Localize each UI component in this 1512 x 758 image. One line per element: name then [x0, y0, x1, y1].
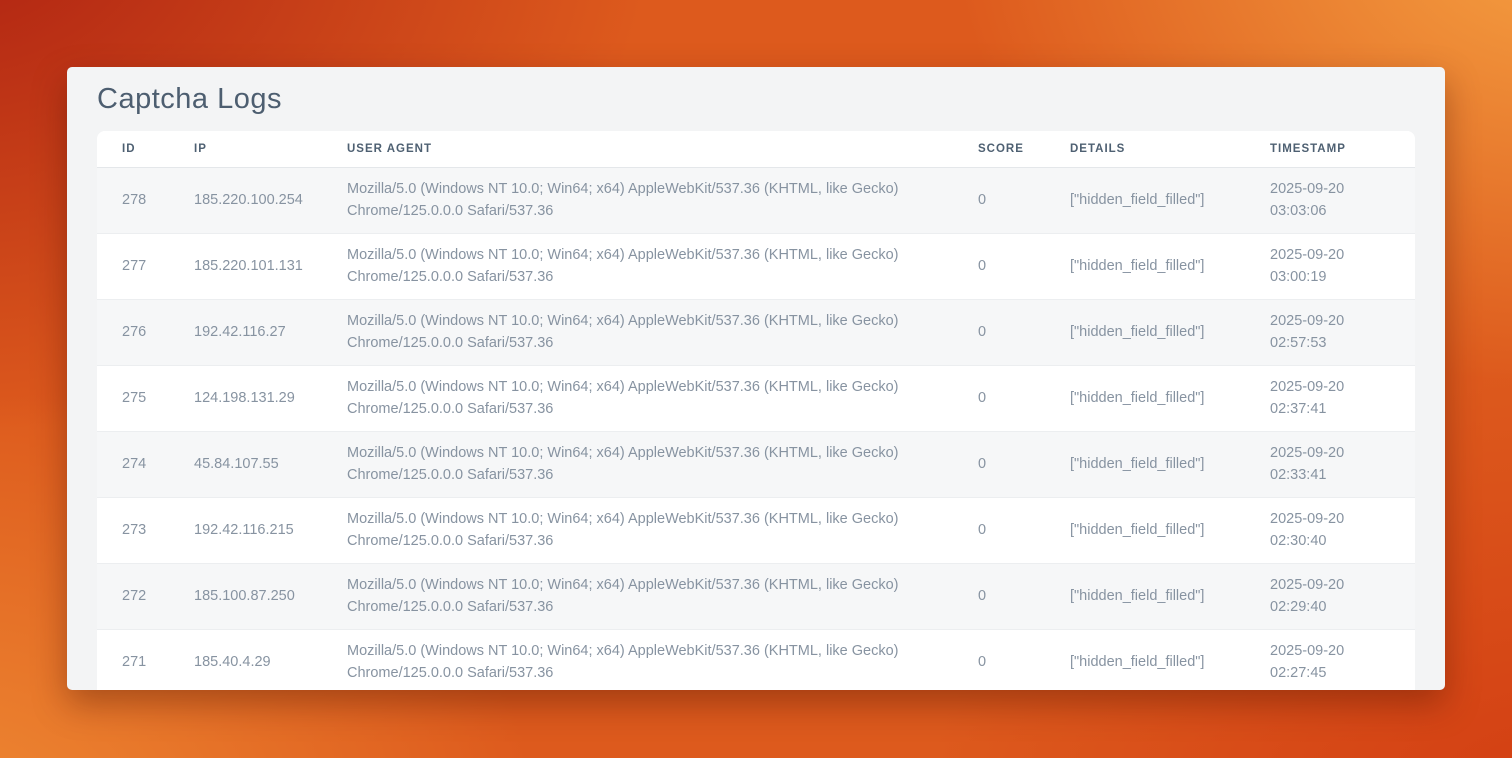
cell-timestamp: 2025-09-20 02:57:53 — [1245, 300, 1415, 366]
column-header-score: SCORE — [953, 131, 1045, 168]
cell-ip: 185.220.101.131 — [169, 234, 322, 300]
cell-ip: 185.100.87.250 — [169, 564, 322, 630]
table-row: 276192.42.116.27Mozilla/5.0 (Windows NT … — [97, 300, 1415, 366]
cell-user_agent: Mozilla/5.0 (Windows NT 10.0; Win64; x64… — [322, 432, 953, 498]
cell-details: ["hidden_field_filled"] — [1045, 300, 1245, 366]
captcha-logs-card: Captcha Logs IDIPUSER AGENTSCOREDETAILST… — [67, 67, 1445, 690]
table-head: IDIPUSER AGENTSCOREDETAILSTIMESTAMP — [97, 131, 1415, 168]
cell-details: ["hidden_field_filled"] — [1045, 234, 1245, 300]
cell-id: 278 — [97, 168, 169, 234]
cell-details: ["hidden_field_filled"] — [1045, 168, 1245, 234]
cell-score: 0 — [953, 630, 1045, 691]
cell-user_agent: Mozilla/5.0 (Windows NT 10.0; Win64; x64… — [322, 168, 953, 234]
table-row: 27445.84.107.55Mozilla/5.0 (Windows NT 1… — [97, 432, 1415, 498]
cell-id: 274 — [97, 432, 169, 498]
cell-details: ["hidden_field_filled"] — [1045, 366, 1245, 432]
cell-timestamp: 2025-09-20 02:29:40 — [1245, 564, 1415, 630]
column-header-user_agent: USER AGENT — [322, 131, 953, 168]
table-row: 273192.42.116.215Mozilla/5.0 (Windows NT… — [97, 498, 1415, 564]
cell-timestamp: 2025-09-20 02:27:45 — [1245, 630, 1415, 691]
cell-user_agent: Mozilla/5.0 (Windows NT 10.0; Win64; x64… — [322, 234, 953, 300]
page-title: Captcha Logs — [97, 84, 1415, 114]
column-header-details: DETAILS — [1045, 131, 1245, 168]
cell-score: 0 — [953, 432, 1045, 498]
column-header-ip: IP — [169, 131, 322, 168]
logs-table-container: IDIPUSER AGENTSCOREDETAILSTIMESTAMP 2781… — [97, 131, 1415, 690]
table-row: 275124.198.131.29Mozilla/5.0 (Windows NT… — [97, 366, 1415, 432]
cell-user_agent: Mozilla/5.0 (Windows NT 10.0; Win64; x64… — [322, 630, 953, 691]
cell-timestamp: 2025-09-20 02:33:41 — [1245, 432, 1415, 498]
cell-id: 272 — [97, 564, 169, 630]
table-header-row: IDIPUSER AGENTSCOREDETAILSTIMESTAMP — [97, 131, 1415, 168]
cell-timestamp: 2025-09-20 02:30:40 — [1245, 498, 1415, 564]
cell-id: 275 — [97, 366, 169, 432]
cell-details: ["hidden_field_filled"] — [1045, 432, 1245, 498]
cell-details: ["hidden_field_filled"] — [1045, 564, 1245, 630]
cell-details: ["hidden_field_filled"] — [1045, 630, 1245, 691]
cell-user_agent: Mozilla/5.0 (Windows NT 10.0; Win64; x64… — [322, 366, 953, 432]
cell-user_agent: Mozilla/5.0 (Windows NT 10.0; Win64; x64… — [322, 300, 953, 366]
cell-score: 0 — [953, 366, 1045, 432]
cell-ip: 192.42.116.215 — [169, 498, 322, 564]
cell-ip: 45.84.107.55 — [169, 432, 322, 498]
column-header-id: ID — [97, 131, 169, 168]
cell-id: 277 — [97, 234, 169, 300]
cell-details: ["hidden_field_filled"] — [1045, 498, 1245, 564]
cell-timestamp: 2025-09-20 03:03:06 — [1245, 168, 1415, 234]
cell-score: 0 — [953, 168, 1045, 234]
column-header-timestamp: TIMESTAMP — [1245, 131, 1415, 168]
page-background: Captcha Logs IDIPUSER AGENTSCOREDETAILST… — [0, 0, 1512, 758]
cell-timestamp: 2025-09-20 02:37:41 — [1245, 366, 1415, 432]
logs-table: IDIPUSER AGENTSCOREDETAILSTIMESTAMP 2781… — [97, 131, 1415, 690]
cell-score: 0 — [953, 234, 1045, 300]
cell-ip: 192.42.116.27 — [169, 300, 322, 366]
cell-id: 276 — [97, 300, 169, 366]
cell-score: 0 — [953, 498, 1045, 564]
table-row: 277185.220.101.131Mozilla/5.0 (Windows N… — [97, 234, 1415, 300]
table-row: 278185.220.100.254Mozilla/5.0 (Windows N… — [97, 168, 1415, 234]
cell-id: 273 — [97, 498, 169, 564]
cell-user_agent: Mozilla/5.0 (Windows NT 10.0; Win64; x64… — [322, 498, 953, 564]
cell-ip: 124.198.131.29 — [169, 366, 322, 432]
cell-score: 0 — [953, 564, 1045, 630]
cell-id: 271 — [97, 630, 169, 691]
cell-score: 0 — [953, 300, 1045, 366]
cell-timestamp: 2025-09-20 03:00:19 — [1245, 234, 1415, 300]
cell-user_agent: Mozilla/5.0 (Windows NT 10.0; Win64; x64… — [322, 564, 953, 630]
table-body: 278185.220.100.254Mozilla/5.0 (Windows N… — [97, 168, 1415, 691]
table-row: 271185.40.4.29Mozilla/5.0 (Windows NT 10… — [97, 630, 1415, 691]
table-row: 272185.100.87.250Mozilla/5.0 (Windows NT… — [97, 564, 1415, 630]
cell-ip: 185.220.100.254 — [169, 168, 322, 234]
cell-ip: 185.40.4.29 — [169, 630, 322, 691]
